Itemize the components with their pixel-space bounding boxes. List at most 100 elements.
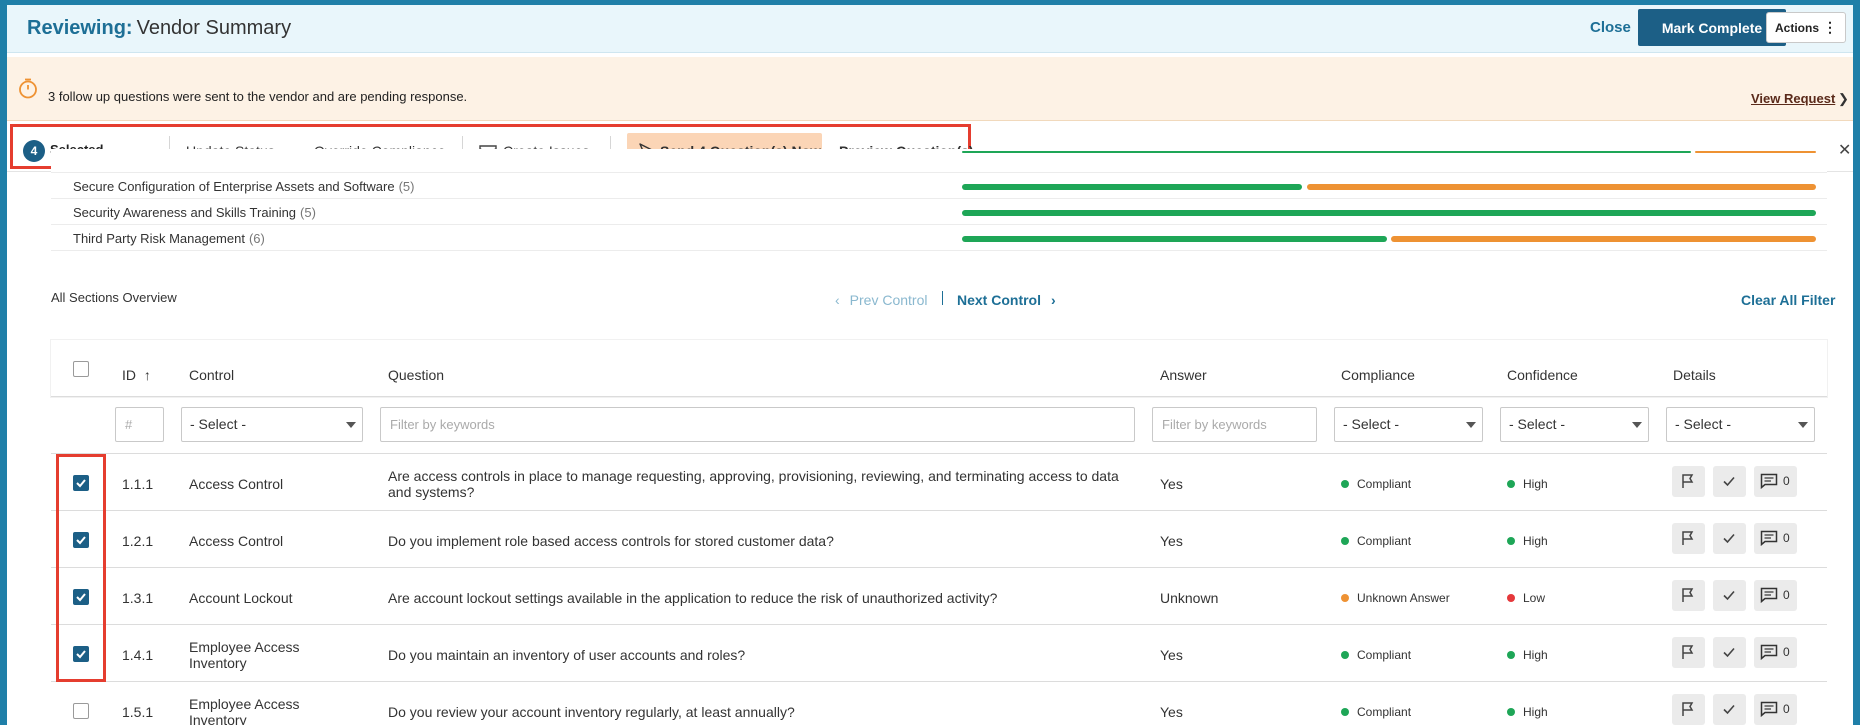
close-icon[interactable]: ✕	[1838, 140, 1851, 160]
row-question: Do you implement role based access contr…	[388, 533, 834, 549]
caret-down-icon	[1798, 422, 1808, 428]
prev-control-link[interactable]: ‹ Prev Control	[835, 292, 927, 308]
row-id: 1.1.1	[122, 476, 154, 492]
caret-down-icon	[346, 422, 356, 428]
actions-button-label: Actions	[1775, 20, 1820, 35]
column-header-details[interactable]: Details	[1673, 367, 1716, 383]
close-link[interactable]: Close	[1590, 19, 1631, 36]
flag-button[interactable]	[1672, 466, 1705, 497]
column-header-compliance[interactable]: Compliance	[1341, 367, 1415, 383]
row-checkbox[interactable]	[73, 703, 89, 719]
row-question: Are account lockout settings available i…	[388, 590, 998, 606]
column-header-question[interactable]: Question	[388, 367, 444, 383]
prev-control-label: Prev Control	[849, 292, 928, 308]
status-dot	[1341, 594, 1349, 602]
selected-rows-highlight	[56, 454, 106, 682]
approve-button[interactable]	[1713, 466, 1746, 497]
flag-button[interactable]	[1672, 637, 1705, 668]
row-answer: Unknown	[1160, 590, 1219, 606]
selected-count-badge: 4	[23, 140, 45, 162]
column-header-confidence[interactable]: Confidence	[1507, 367, 1578, 383]
row-confidence-label: High	[1523, 648, 1548, 662]
mark-complete-button[interactable]: Mark Complete	[1638, 9, 1786, 46]
row-compliance-label: Compliant	[1357, 705, 1412, 719]
row-answer: Yes	[1160, 647, 1183, 663]
row-id: 1.3.1	[122, 590, 154, 606]
section-name: Secure Configuration of Enterprise Asset…	[73, 179, 414, 194]
actions-button[interactable]: Actions ⋮	[1766, 12, 1846, 43]
approve-button[interactable]	[1713, 523, 1746, 554]
timer-icon	[19, 78, 37, 99]
flag-button[interactable]	[1672, 694, 1705, 725]
comment-icon	[1760, 473, 1778, 489]
clear-all-filter-link[interactable]: Clear All Filter	[1741, 292, 1835, 308]
control-filter-select[interactable]: - Select -	[181, 407, 363, 442]
column-header-answer[interactable]: Answer	[1160, 367, 1207, 383]
row-control: Account Lockout	[189, 590, 293, 606]
comment-count: 0	[1783, 645, 1790, 659]
section-progress-row[interactable]: Third Party Risk Management (6)	[51, 225, 1827, 251]
progress-bar-pending	[1391, 236, 1816, 242]
check-icon	[1723, 590, 1735, 601]
progress-bar-compliant	[962, 151, 1691, 153]
approve-button[interactable]	[1713, 580, 1746, 611]
comment-count: 0	[1783, 702, 1790, 716]
compliance-filter-select[interactable]: - Select -	[1334, 407, 1483, 442]
question-filter-input[interactable]: Filter by keywords	[380, 407, 1135, 442]
confidence-filter-select[interactable]: - Select -	[1500, 407, 1649, 442]
status-dot	[1507, 708, 1515, 716]
select-all-checkbox[interactable]	[73, 361, 89, 377]
page-title-text: Vendor Summary	[136, 17, 292, 39]
details-filter-select[interactable]: - Select -	[1666, 407, 1815, 442]
row-confidence: High	[1507, 647, 1548, 663]
page-title: Reviewing: Vendor Summary	[27, 17, 291, 40]
section-count: (5)	[300, 205, 316, 220]
section-name: Security Awareness and Skills Training (5…	[73, 205, 316, 220]
answer-filter-input[interactable]: Filter by keywords	[1152, 407, 1317, 442]
comments-button[interactable]: 0	[1754, 580, 1797, 611]
section-progress-row[interactable]: Secure Configuration of Enterprise Asset…	[51, 173, 1827, 199]
flag-button[interactable]	[1672, 523, 1705, 554]
page-header: Reviewing: Vendor Summary Close Mark Comp…	[7, 5, 1853, 53]
progress-bar-pending	[1307, 184, 1816, 190]
page-title-label: Reviewing:	[27, 17, 133, 39]
approve-button[interactable]	[1713, 637, 1746, 668]
row-confidence: Low	[1507, 590, 1545, 606]
chevron-right-icon[interactable]: ❯	[1838, 91, 1849, 107]
row-answer: Yes	[1160, 704, 1183, 720]
comment-icon	[1760, 701, 1778, 717]
section-progress-row[interactable]: Security Awareness and Skills Training (5…	[51, 199, 1827, 225]
comments-button[interactable]: 0	[1754, 523, 1797, 554]
row-answer: Yes	[1160, 533, 1183, 549]
row-compliance-label: Compliant	[1357, 534, 1412, 548]
view-request-link[interactable]: View Request	[1751, 91, 1835, 106]
flag-button[interactable]	[1672, 580, 1705, 611]
progress-bar-pending	[1695, 151, 1816, 153]
comments-button[interactable]: 0	[1754, 466, 1797, 497]
status-dot	[1507, 594, 1515, 602]
column-header-id-label: ID	[122, 367, 136, 383]
section-count: (5)	[398, 179, 415, 194]
comments-button[interactable]: 0	[1754, 694, 1797, 725]
approve-button[interactable]	[1713, 694, 1746, 725]
id-filter-input[interactable]: #	[115, 407, 164, 442]
row-question: Do you review your account inventory reg…	[388, 704, 795, 720]
row-compliance: Unknown Answer	[1341, 590, 1450, 606]
row-control: Access Control	[189, 476, 284, 492]
column-header-id[interactable]: ID ↑	[122, 367, 151, 383]
flag-icon	[1682, 588, 1694, 602]
row-id: 1.5.1	[122, 704, 154, 720]
row-control: Employee Access Inventory	[189, 696, 300, 725]
row-question: Are access controls in place to manage r…	[388, 468, 1119, 500]
comments-button[interactable]: 0	[1754, 637, 1797, 668]
column-header-control[interactable]: Control	[189, 367, 234, 383]
comment-icon	[1760, 530, 1778, 546]
row-question: Do you maintain an inventory of user acc…	[388, 647, 746, 663]
progress-bar-compliant	[962, 210, 1816, 216]
row-confidence-label: High	[1523, 705, 1548, 719]
section-progress-row-partial	[51, 149, 1827, 173]
status-dot	[1341, 651, 1349, 659]
status-dot	[1341, 708, 1349, 716]
row-control: Employee Access Inventory	[189, 639, 300, 671]
next-control-link[interactable]: Next Control ›	[957, 292, 1056, 308]
